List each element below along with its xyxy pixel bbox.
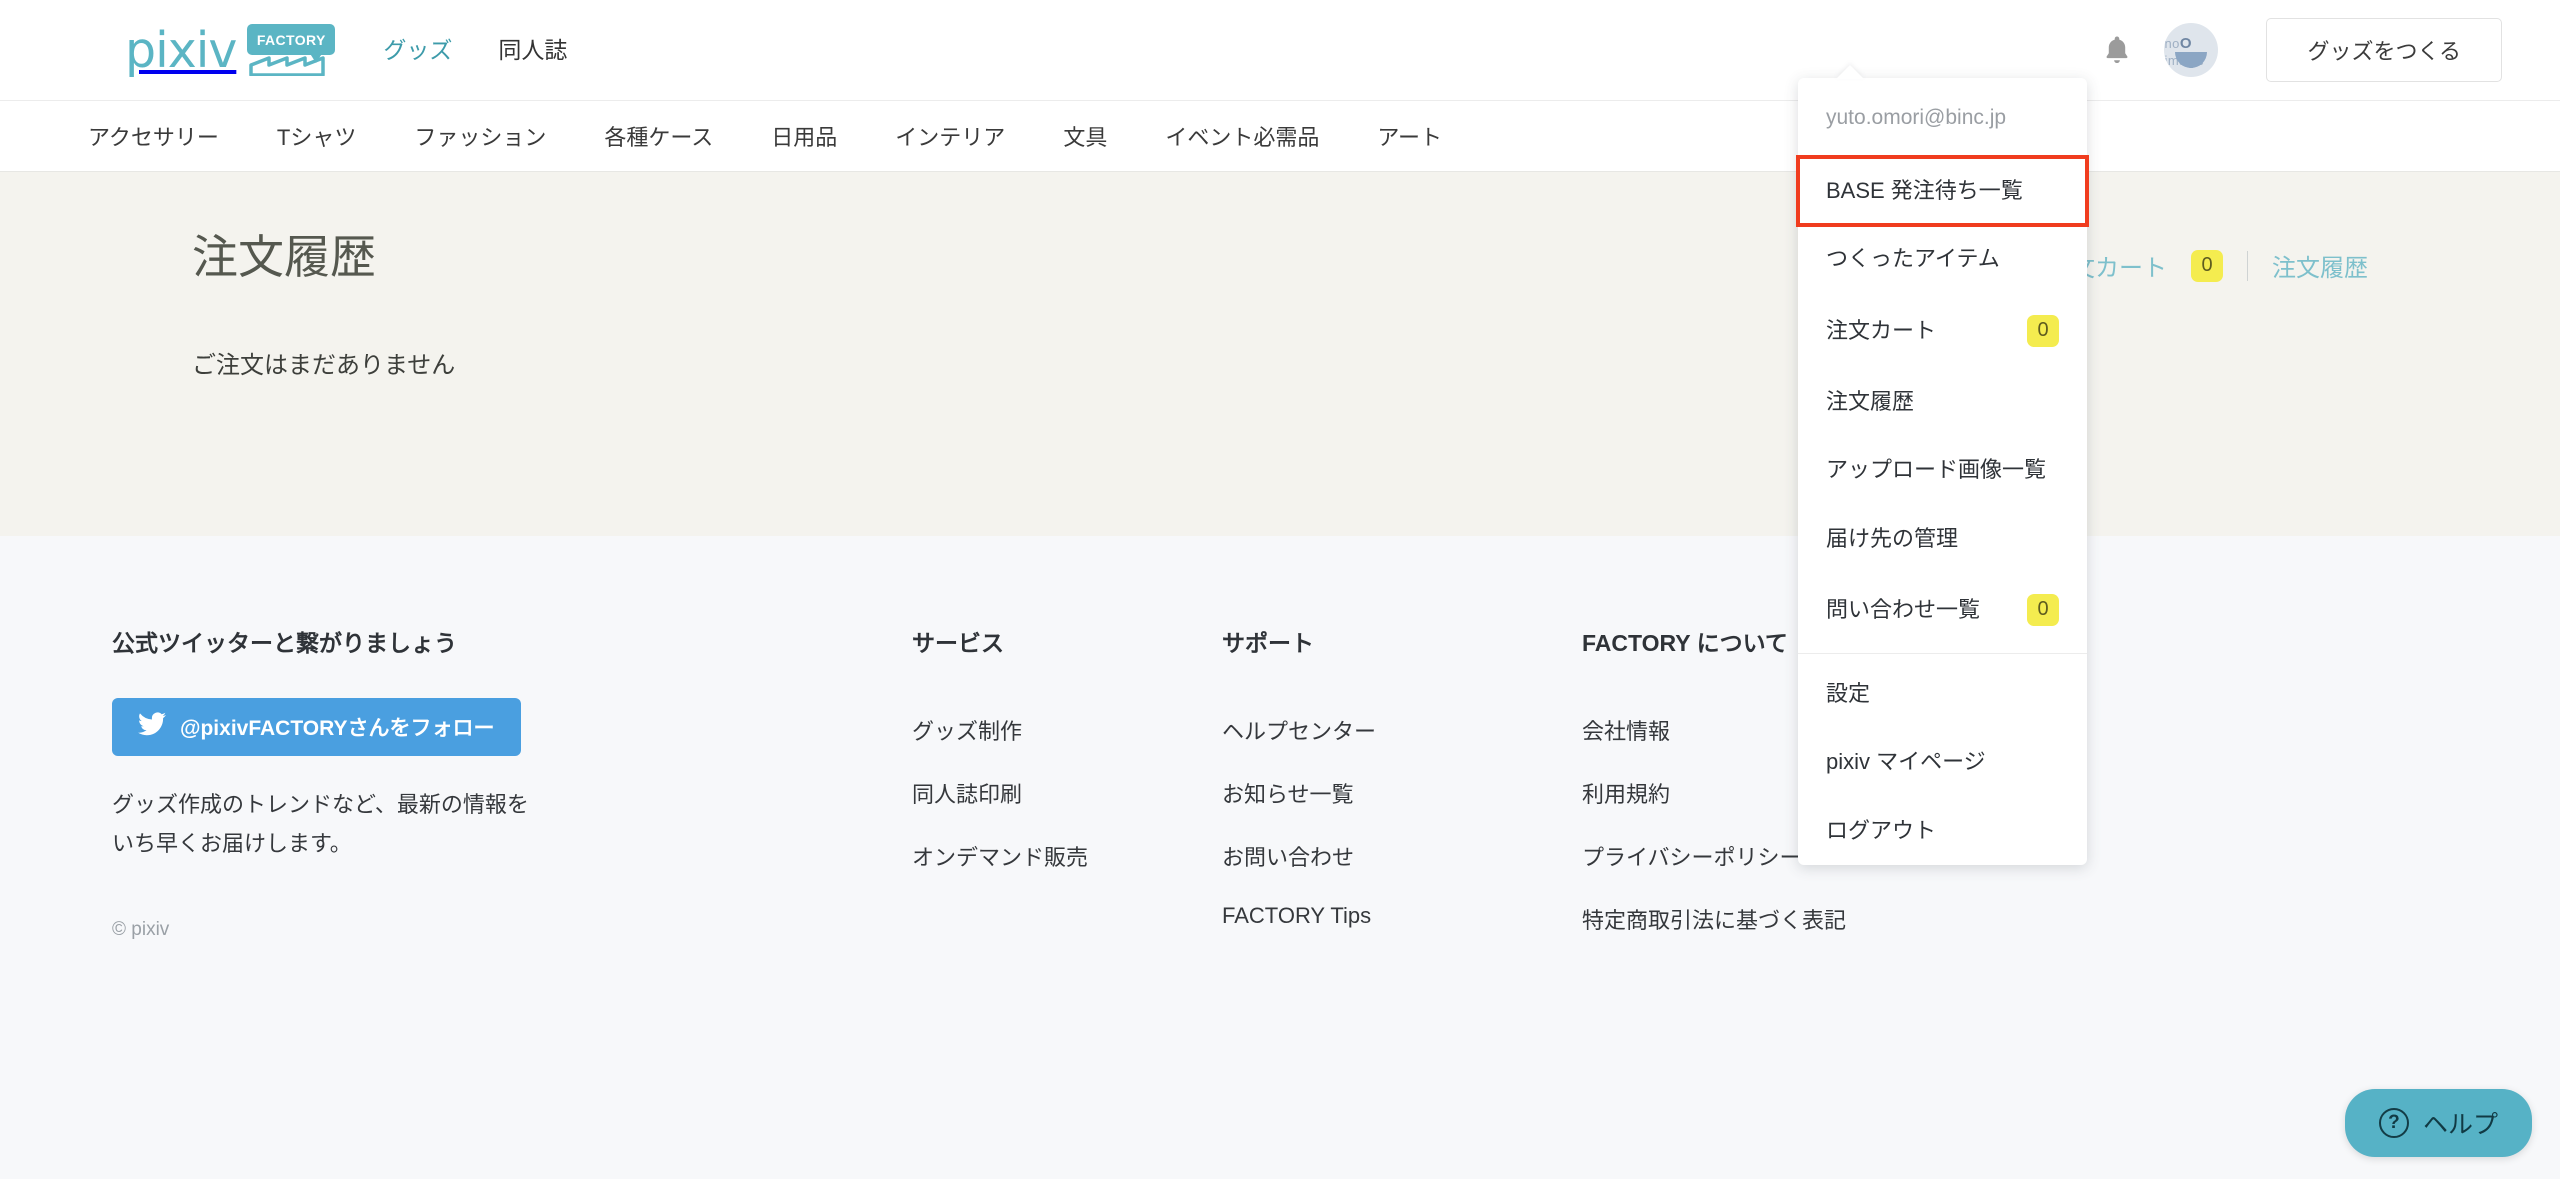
help-button-label: ヘルプ (2422, 1111, 2498, 1139)
order-history-link[interactable]: 注文履歴 (2272, 248, 2368, 283)
footer-link-news[interactable]: お知らせ一覧 (1222, 782, 1354, 807)
catnav-item-fashion[interactable]: ファッション (414, 120, 546, 152)
site-logo[interactable]: pixiv FACTORY (125, 21, 336, 79)
footer-link-factory-tips[interactable]: FACTORY Tips (1222, 903, 1371, 928)
footer-twitter-heading: 公式ツイッターと繋がりましょう (112, 630, 457, 656)
dropdown-item-uploaded-images[interactable]: アップロード画像一覧 (1798, 436, 2087, 504)
dropdown-order-cart-badge: 0 (2027, 314, 2059, 347)
footer-link-doujinshi-printing[interactable]: 同人誌印刷 (912, 782, 1022, 807)
dropdown-caret-icon (1836, 65, 1864, 79)
dropdown-item-base-pending-orders[interactable]: BASE 発注待ち一覧 (1796, 154, 2089, 228)
catnav-item-accessory[interactable]: アクセサリー (88, 120, 219, 152)
copyright: © pixiv (112, 919, 170, 940)
main-quick-links: 注文カート 0 注文履歴 (2047, 248, 2368, 283)
help-button[interactable]: ? ヘルプ (2344, 1089, 2532, 1157)
list-item: ヘルプセンター (1222, 714, 1582, 746)
link-divider (2247, 250, 2248, 281)
category-nav: アクセサリー Tシャツ ファッション 各種ケース 日用品 インテリア 文具 イベ… (0, 101, 2560, 172)
account-email: yuto.omori@binc.jp (1798, 78, 2087, 157)
catnav-item-art[interactable]: アート (1377, 120, 1442, 152)
site-footer: 公式ツイッターと繋がりましょう @pixivFACTORYさんをフォロー グッズ… (0, 536, 2560, 1179)
footer-link-company-info[interactable]: 会社情報 (1582, 719, 1670, 744)
list-item: グッズ制作 (912, 714, 1222, 746)
factory-logo-icon: FACTORY (247, 24, 336, 76)
dropdown-item-shipping-addresses[interactable]: 届け先の管理 (1798, 505, 2087, 573)
list-item: お知らせ一覧 (1222, 777, 1582, 809)
dropdown-item-label: 注文履歴 (1826, 388, 1915, 414)
question-circle-icon: ? (2378, 1108, 2409, 1138)
dropdown-item-settings[interactable]: 設定 (1798, 660, 2087, 728)
footer-link-commercial-transactions[interactable]: 特定商取引法に基づく表記 (1582, 908, 1846, 933)
factory-plant-icon (249, 56, 326, 76)
footer-link-contact[interactable]: お問い合わせ (1222, 845, 1354, 870)
main-content: 注文履歴 ご注文はまだありません 注文カート 0 注文履歴 (0, 172, 2560, 536)
catnav-item-interior[interactable]: インテリア (895, 120, 1005, 152)
list-item: 同人誌印刷 (912, 777, 1222, 809)
dropdown-item-label: 届け先の管理 (1826, 525, 1959, 551)
dropdown-item-order-history[interactable]: 注文履歴 (1798, 368, 2087, 436)
logo-badge-text: FACTORY (256, 31, 326, 48)
page-root: pixiv FACTORY グッズ 同人誌 noO image (0, 0, 2560, 1179)
list-item: FACTORY Tips (1222, 903, 1582, 929)
list-item: オンデマンド販売 (912, 840, 1222, 872)
dropdown-item-order-cart[interactable]: 注文カート 0 (1798, 294, 2087, 368)
order-cart-count-badge: 0 (2191, 249, 2223, 282)
catnav-item-cases[interactable]: 各種ケース (604, 120, 713, 152)
bell-icon[interactable] (2100, 33, 2134, 67)
dropdown-item-label: アップロード画像一覧 (1826, 457, 2047, 483)
catnav-item-stationery[interactable]: 文具 (1063, 120, 1107, 152)
footer-twitter-desc-line2: いち早くお届けします。 (112, 830, 352, 856)
dropdown-item-pixiv-mypage[interactable]: pixiv マイページ (1798, 728, 2087, 796)
twitter-follow-button[interactable]: @pixivFACTORYさんをフォロー (112, 698, 521, 756)
dropdown-item-logout[interactable]: ログアウト (1798, 797, 2087, 865)
site-header: pixiv FACTORY グッズ 同人誌 noO image (0, 0, 2560, 101)
footer-link-help-center[interactable]: ヘルプセンター (1222, 719, 1376, 744)
twitter-bird-icon (138, 712, 166, 742)
footer-link-ondemand-sales[interactable]: オンデマンド販売 (912, 845, 1088, 870)
bell-glyph (2106, 36, 2128, 64)
catnav-item-daily-goods[interactable]: 日用品 (771, 120, 837, 152)
nav-doujinshi[interactable]: 同人誌 (498, 38, 567, 62)
dropdown-item-label: ログアウト (1826, 817, 1937, 843)
footer-service-heading: サービス (912, 630, 1004, 656)
catnav-item-tshirt[interactable]: Tシャツ (277, 120, 356, 152)
footer-twitter-description: グッズ作成のトレンドなど、最新の情報を いち早くお届けします。 (112, 786, 912, 863)
nav-goods[interactable]: グッズ (383, 38, 452, 62)
dropdown-inquiries-badge: 0 (2027, 593, 2059, 626)
header-actions: noO image グッズをつくる (2100, 18, 2502, 82)
dropdown-item-created-items[interactable]: つくったアイテム (1798, 225, 2087, 293)
dropdown-item-label: 問い合わせ一覧 (1826, 596, 1981, 622)
account-dropdown-menu: yuto.omori@binc.jp BASE 発注待ち一覧 つくったアイテム … (1796, 65, 2089, 866)
list-item: お問い合わせ (1222, 840, 1582, 872)
dropdown-divider (1798, 652, 2087, 654)
footer-link-goods-production[interactable]: グッズ制作 (912, 719, 1022, 744)
avatar[interactable]: noO image (2164, 23, 2219, 77)
make-goods-button[interactable]: グッズをつくる (2266, 18, 2502, 82)
dropdown-item-label: BASE 発注待ち一覧 (1826, 178, 2023, 203)
footer-twitter-desc-line1: グッズ作成のトレンドなど、最新の情報を (112, 792, 529, 817)
dropdown-item-label: 設定 (1826, 680, 1871, 706)
dropdown-item-label: 注文カート (1826, 317, 1937, 343)
dropdown-item-inquiries[interactable]: 問い合わせ一覧 0 (1798, 573, 2087, 647)
catnav-item-event-goods[interactable]: イベント必需品 (1165, 120, 1319, 152)
footer-twitter-block: 公式ツイッターと繋がりましょう @pixivFACTORYさんをフォロー グッズ… (112, 624, 912, 1179)
dropdown-item-label: pixiv マイページ (1826, 749, 1986, 775)
logo-wordmark: pixiv (125, 21, 237, 79)
footer-support-heading: サポート (1222, 630, 1314, 656)
list-item: 特定商取引法に基づく表記 (1582, 903, 1892, 935)
dropdown-item-label: つくったアイテム (1826, 246, 2000, 272)
footer-column-support: サポート ヘルプセンター お知らせ一覧 お問い合わせ FACTORY Tips (1222, 624, 1582, 1179)
twitter-follow-label: @pixivFACTORYさんをフォロー (180, 717, 495, 740)
footer-link-terms[interactable]: 利用規約 (1582, 782, 1670, 807)
primary-nav: グッズ 同人誌 (383, 38, 567, 62)
twitter-bird-glyph (138, 712, 166, 736)
footer-column-service: サービス グッズ制作 同人誌印刷 オンデマンド販売 (912, 624, 1222, 1179)
footer-link-privacy-policy[interactable]: プライバシーポリシー (1582, 845, 1802, 870)
